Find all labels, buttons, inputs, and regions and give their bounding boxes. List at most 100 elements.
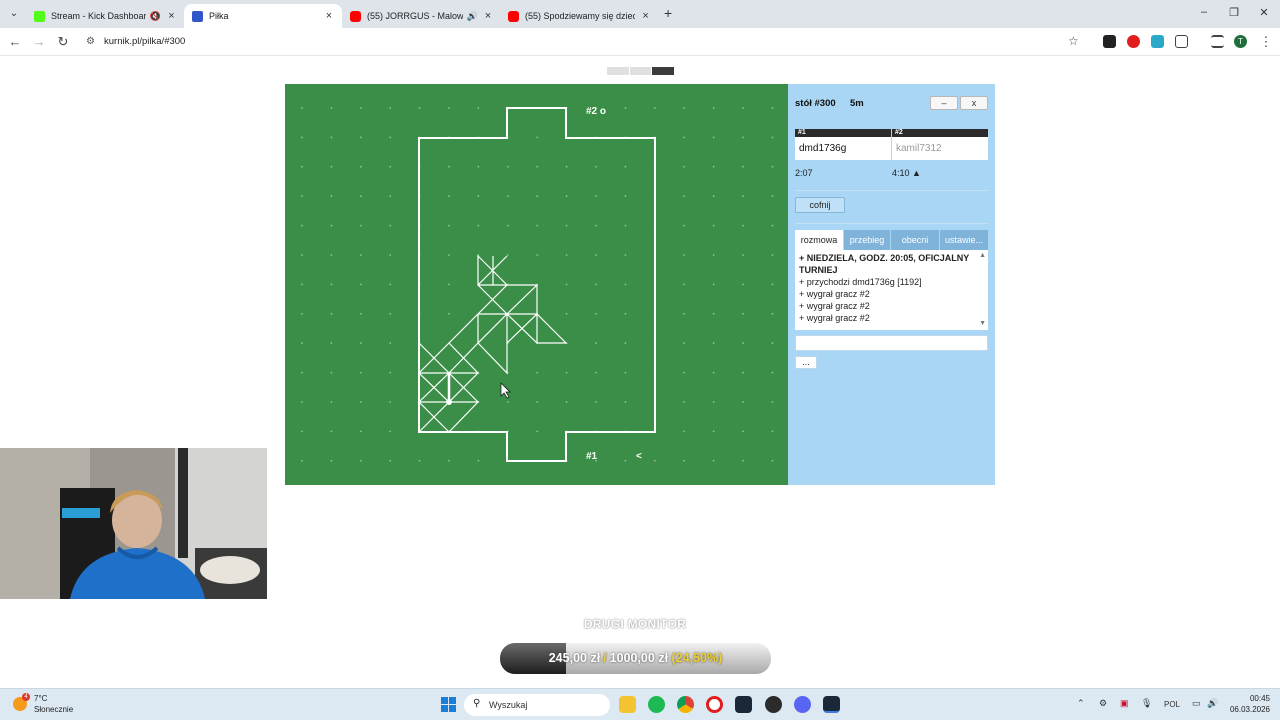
display-mode-large[interactable] [652, 67, 675, 75]
grid-dot [683, 224, 686, 227]
grid-dot [389, 224, 392, 227]
tab-kick-dashboard[interactable]: Stream - Kick Dashboard 🔇 × [26, 4, 184, 28]
grid-dot [389, 342, 392, 345]
discord-icon[interactable] [794, 696, 811, 713]
tab-settings[interactable]: ustawie... [940, 230, 988, 250]
tab-youtube-jorrgus[interactable]: (55) JORRGUS - Malowana 🔊 × [342, 4, 500, 28]
grid-dot [771, 224, 774, 227]
show-hidden-icons-icon[interactable]: ⌃ [1077, 698, 1085, 709]
new-tab-icon[interactable]: + [664, 5, 672, 21]
grid-dot [771, 136, 774, 139]
player1-clock: 2:07 [795, 168, 813, 178]
grid-dot [712, 371, 715, 374]
grid-dot [359, 136, 362, 139]
grid-dot [624, 283, 627, 286]
tab-close-icon[interactable]: × [322, 10, 336, 22]
system-clock-time[interactable]: 00:45 [1228, 694, 1270, 703]
tab-close-icon[interactable]: × [165, 10, 178, 22]
grid-dot [536, 254, 539, 256]
tab-present[interactable]: obecni [891, 230, 939, 250]
weather-description[interactable]: Słonecznie [34, 705, 73, 714]
display-mode-small[interactable] [607, 67, 629, 75]
minimize-table-button[interactable]: – [930, 96, 958, 110]
tab-history[interactable]: przebieg [844, 230, 890, 250]
grid-dot [389, 283, 392, 286]
grid-dot [359, 165, 362, 168]
game-field[interactable]: #2 o #1 < [285, 84, 788, 485]
extension-translate-icon[interactable] [1151, 35, 1164, 48]
grid-dot [565, 371, 568, 374]
scroll-down-icon[interactable]: ▼ [979, 320, 986, 327]
grid-dot [536, 371, 539, 374]
grid-dot [477, 107, 480, 109]
start-menu-icon[interactable] [441, 697, 456, 712]
grid-dot [301, 165, 303, 168]
site-info-icon[interactable]: ⚙ [86, 36, 95, 47]
grid-dot [389, 312, 392, 315]
grid-dot [683, 283, 686, 286]
weather-temperature[interactable]: 7°C [34, 694, 47, 703]
grid-dot [683, 254, 686, 256]
file-explorer-icon[interactable] [619, 696, 636, 713]
grid-dot [330, 401, 333, 403]
restore-window-icon[interactable]: ❐ [1226, 6, 1242, 19]
reading-list-icon[interactable] [1211, 35, 1224, 48]
chrome-icon[interactable] [677, 696, 694, 713]
reload-icon[interactable]: ↻ [55, 34, 71, 50]
language-indicator[interactable]: POL [1164, 700, 1180, 709]
extension-opera-icon[interactable] [1127, 35, 1140, 48]
tab-title: Piłka [209, 11, 229, 21]
display-mode-medium[interactable] [629, 67, 652, 75]
back-icon[interactable]: ← [7, 34, 23, 49]
forward-icon[interactable]: → [31, 34, 47, 49]
undo-button[interactable]: cofnij [795, 197, 845, 213]
tray-app-icon[interactable]: ⚙ [1099, 698, 1107, 709]
steam-icon[interactable] [735, 696, 752, 713]
tab-youtube-spodziewamy[interactable]: (55) Spodziewamy się dziecka × [500, 4, 658, 28]
minimize-window-icon[interactable]: – [1196, 6, 1212, 18]
search-icon: ⚲ [473, 698, 481, 709]
more-options-button[interactable]: ... [795, 356, 817, 369]
url-field[interactable]: ⚙ kurnik.pl/pilka/#300 [80, 31, 1095, 53]
grid-dot [595, 401, 597, 403]
steam-active-icon[interactable] [823, 696, 840, 713]
grid-dot [771, 342, 774, 345]
chat-input[interactable] [795, 335, 988, 351]
player2-name[interactable]: kamil7312 [892, 137, 988, 160]
opera-icon[interactable] [706, 696, 723, 713]
extension-screenshot-icon[interactable] [1103, 35, 1116, 48]
tab-close-icon[interactable]: × [639, 10, 652, 22]
microphone-icon[interactable]: 🎙 [1141, 698, 1152, 709]
system-clock-date[interactable]: 06.03.2026 [1216, 705, 1270, 714]
grid-dot [712, 224, 715, 227]
network-icon[interactable]: ▭ [1192, 698, 1201, 709]
extensions-puzzle-icon[interactable] [1175, 35, 1188, 48]
display-mode-switch[interactable] [607, 67, 675, 75]
player1-goal-label: #1 [586, 451, 598, 462]
player1-name[interactable]: dmd1736g [795, 137, 891, 160]
bookmark-star-icon[interactable]: ☆ [1068, 34, 1079, 48]
tab-close-icon[interactable]: × [482, 10, 494, 22]
tab-pilka[interactable]: Piłka × [184, 4, 342, 28]
spotify-icon[interactable] [648, 696, 665, 713]
tab-chat[interactable]: rozmowa [795, 230, 843, 250]
grid-dot [742, 430, 744, 433]
browser-menu-icon[interactable]: ⋮ [1258, 34, 1274, 50]
tab-search-dropdown-icon[interactable]: ⌄ [6, 6, 22, 22]
grid-dot [683, 401, 686, 403]
scroll-up-icon[interactable]: ▲ [979, 252, 986, 259]
obs-icon[interactable] [765, 696, 782, 713]
chat-line: + wygrał gracz #2 [799, 301, 870, 311]
tab-muted-icon[interactable]: 🔇 [150, 11, 161, 22]
grid-dot [389, 371, 392, 374]
tray-pdf-icon[interactable]: ▣ [1120, 698, 1129, 709]
tab-audio-icon[interactable]: 🔊 [467, 11, 478, 22]
taskbar-search-box[interactable]: ⚲ Wyszukaj [464, 694, 610, 716]
close-table-button[interactable]: x [960, 96, 988, 110]
chat-line: + wygrał gracz #2 [799, 313, 870, 323]
chat-log[interactable]: + NIEDZIELA, GODZ. 20:05, OFICJALNY TURN… [795, 250, 988, 330]
search-placeholder: Wyszukaj [489, 700, 528, 710]
grid-dot [301, 371, 303, 374]
profile-avatar[interactable]: T [1234, 35, 1247, 48]
close-window-icon[interactable]: ✕ [1256, 6, 1272, 19]
